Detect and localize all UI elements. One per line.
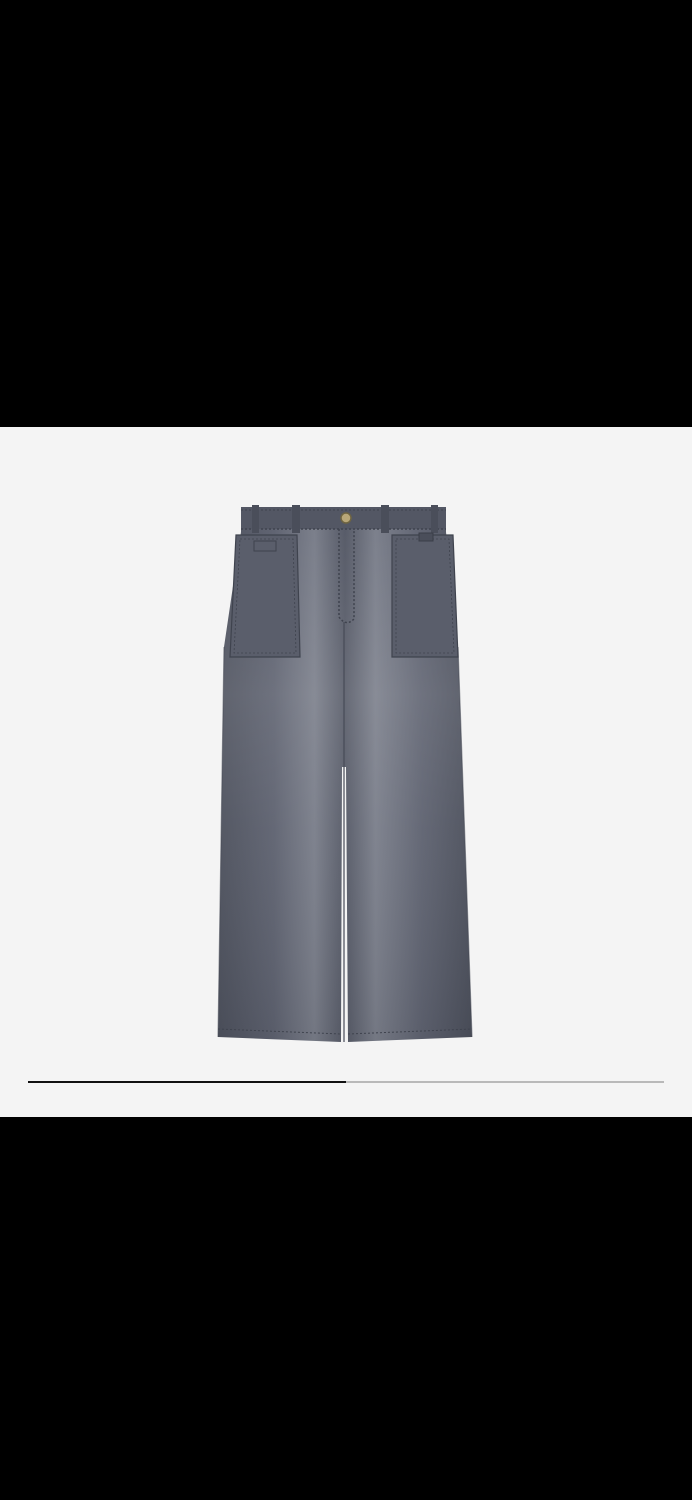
- right-patch-pocket: [391, 534, 459, 658]
- belt-loop: [381, 505, 389, 533]
- waist-button-icon: [340, 512, 352, 524]
- gallery-progress-track[interactable]: [28, 1081, 664, 1083]
- gallery-progress-fill: [28, 1081, 346, 1083]
- image-viewer[interactable]: [0, 427, 692, 1117]
- bottom-letterbox: [0, 1117, 692, 1500]
- brand-tab: [418, 532, 434, 542]
- belt-loop: [252, 505, 259, 533]
- belt-loop: [431, 505, 438, 533]
- product-image-wide-leg-pants[interactable]: [196, 497, 496, 1057]
- belt-loop: [292, 505, 300, 533]
- top-letterbox: [0, 0, 692, 427]
- left-patch-pocket: [229, 534, 301, 658]
